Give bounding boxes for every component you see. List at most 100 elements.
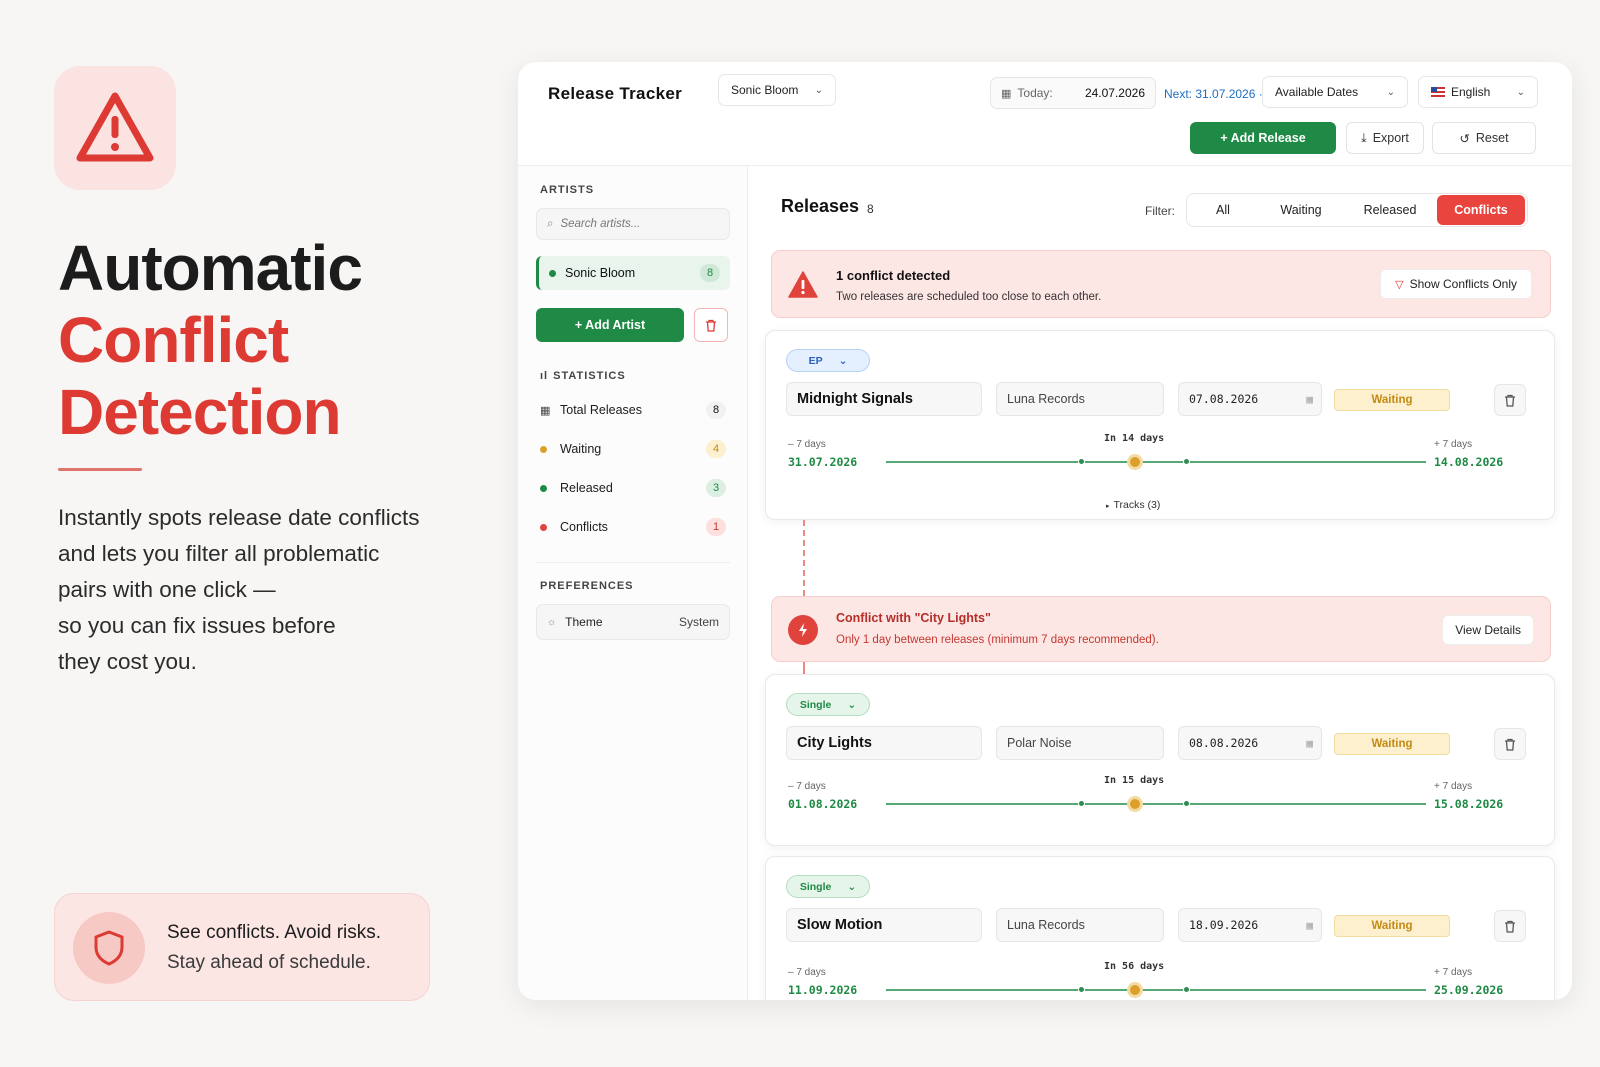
page-title: Releases — [781, 196, 860, 216]
bar-chart-icon: ıl — [540, 370, 549, 382]
app-brand: Release Tracker — [548, 84, 682, 103]
release-label-input[interactable]: Luna Records — [996, 382, 1164, 416]
today-field: ▦ Today: 24.07.2026 — [990, 77, 1156, 109]
release-label-input[interactable]: Luna Records — [996, 908, 1164, 942]
main-content: Releases 8 Filter: All Waiting Released … — [749, 166, 1572, 1000]
status-dot — [549, 269, 556, 277]
release-title-input[interactable]: Slow Motion — [786, 908, 982, 942]
artists-heading: ARTISTS — [540, 184, 595, 196]
hero-desc-line: they cost you. — [58, 649, 197, 674]
release-date-input[interactable]: 18.09.2026 ▦ — [1178, 908, 1322, 942]
timeline-release-handle[interactable] — [1127, 454, 1143, 470]
theme-select[interactable]: ☼ Theme System — [536, 604, 730, 640]
filter-tab-waiting[interactable]: Waiting — [1259, 195, 1343, 225]
stat-count: 1 — [706, 518, 726, 536]
release-date-value: 18.09.2026 — [1189, 918, 1259, 932]
hero-title-line-1: Automatic — [58, 232, 363, 304]
language-select[interactable]: English ⌄ — [1418, 76, 1538, 108]
timeline-minus-date: 31.07.2026 — [788, 455, 858, 469]
sidebar-item-sonic-bloom[interactable]: Sonic Bloom 8 — [536, 256, 730, 290]
filter-icon: ▽ — [1395, 278, 1404, 291]
calendar-icon: ▦ — [540, 404, 551, 417]
show-conflicts-label: Show Conflicts Only — [1409, 277, 1517, 291]
trash-icon — [1505, 394, 1515, 407]
delete-release-button[interactable] — [1494, 728, 1526, 760]
filter-tab-released[interactable]: Released — [1343, 195, 1437, 225]
release-label-input[interactable]: Polar Noise — [996, 726, 1164, 760]
release-type-select[interactable]: Single ⌄ — [786, 875, 870, 898]
stat-waiting[interactable]: Waiting 4 — [540, 437, 730, 461]
chevron-down-icon: ⌄ — [1386, 86, 1395, 98]
filter-tab-all[interactable]: All — [1187, 195, 1259, 225]
calendar-icon: ▦ — [1001, 87, 1012, 100]
timeline-plus-date: 15.08.2026 — [1434, 797, 1504, 811]
status-badge[interactable]: Waiting — [1334, 389, 1450, 411]
timeline-track — [886, 461, 1426, 463]
view-details-button[interactable]: View Details — [1442, 615, 1534, 645]
status-badge[interactable]: Waiting — [1334, 733, 1450, 755]
hero-description: Instantly spots release date conflicts a… — [58, 500, 419, 680]
trash-icon — [1505, 738, 1515, 751]
stat-released[interactable]: Released 3 — [540, 476, 730, 500]
timeline-track — [886, 989, 1426, 991]
timeline-countdown: In 15 days — [1104, 775, 1165, 786]
release-date-value: 08.08.2026 — [1189, 736, 1259, 750]
release-type-select[interactable]: Single ⌄ — [786, 693, 870, 716]
add-release-button[interactable]: + Add Release — [1190, 122, 1336, 154]
timeline-release-handle[interactable] — [1127, 796, 1143, 812]
stat-label: Conflicts — [560, 520, 608, 534]
waiting-dot — [540, 446, 547, 453]
timeline-countdown: In 56 days — [1104, 961, 1165, 972]
conflict-detail-banner: Conflict with "City Lights" Only 1 day b… — [771, 596, 1551, 662]
conflict-dot — [540, 524, 547, 531]
calendar-icon: ▦ — [1306, 736, 1313, 750]
delete-release-button[interactable] — [1494, 384, 1526, 416]
timeline-marker — [1078, 458, 1085, 465]
statistics-heading: ıl STATISTICS — [540, 370, 626, 382]
filter-label: Filter: — [1145, 204, 1175, 218]
hero-desc-line: pairs with one click — — [58, 577, 276, 602]
chevron-down-icon: ⌄ — [1516, 86, 1525, 98]
release-title-input[interactable]: Midnight Signals — [786, 382, 982, 416]
export-button[interactable]: ⤓ Export — [1346, 122, 1424, 154]
search-placeholder: Search artists... — [560, 218, 641, 230]
tracks-label: Tracks (3) — [1113, 499, 1161, 511]
add-artist-button[interactable]: + Add Artist — [536, 308, 684, 342]
search-icon: ⌕ — [547, 217, 554, 230]
reset-button[interactable]: ↺ Reset — [1432, 122, 1536, 154]
stat-count: 4 — [706, 440, 726, 458]
delete-release-button[interactable] — [1494, 910, 1526, 942]
timeline-minus-label: – 7 days — [788, 967, 826, 978]
chevron-down-icon: ⌄ — [847, 880, 857, 893]
release-count: 8 — [867, 202, 874, 216]
stat-label: Total Releases — [560, 403, 642, 417]
available-dates-select[interactable]: Available Dates ⌄ — [1262, 76, 1408, 108]
warning-tile — [54, 66, 176, 190]
artist-select[interactable]: Sonic Bloom ⌄ — [718, 74, 836, 106]
preferences-heading: PREFERENCES — [540, 580, 634, 592]
theme-value: System — [678, 615, 719, 629]
caret-right-icon: ▸ — [1106, 503, 1110, 510]
release-date-input[interactable]: 07.08.2026 ▦ — [1178, 382, 1322, 416]
alert-title: 1 conflict detected — [836, 268, 951, 283]
status-badge[interactable]: Waiting — [1334, 915, 1450, 937]
timeline-minus-label: – 7 days — [788, 439, 826, 450]
release-title-input[interactable]: City Lights — [786, 726, 982, 760]
hero-desc-line: and lets you filter all problematic — [58, 541, 380, 566]
timeline-track — [886, 803, 1426, 805]
release-date-input[interactable]: 08.08.2026 ▦ — [1178, 726, 1322, 760]
conflict-title: Conflict with "City Lights" — [836, 611, 991, 625]
timeline-plus-label: + 7 days — [1434, 967, 1473, 978]
show-conflicts-only-button[interactable]: ▽ Show Conflicts Only — [1380, 269, 1532, 299]
timeline-release-handle[interactable] — [1127, 982, 1143, 998]
release-type-select[interactable]: EP ⌄ — [786, 349, 870, 372]
artist-search-input[interactable]: ⌕ Search artists... — [536, 208, 730, 240]
tracks-toggle[interactable]: ▸ Tracks (3) — [1106, 499, 1160, 511]
stat-total-releases[interactable]: ▦ Total Releases 8 — [540, 398, 730, 422]
filter-tab-conflicts[interactable]: Conflicts — [1437, 195, 1525, 225]
timeline-marker — [1183, 458, 1190, 465]
warning-triangle-icon — [76, 92, 154, 162]
delete-artist-button[interactable] — [694, 308, 728, 342]
timeline-plus-label: + 7 days — [1434, 439, 1473, 450]
stat-conflicts[interactable]: Conflicts 1 — [540, 515, 730, 539]
